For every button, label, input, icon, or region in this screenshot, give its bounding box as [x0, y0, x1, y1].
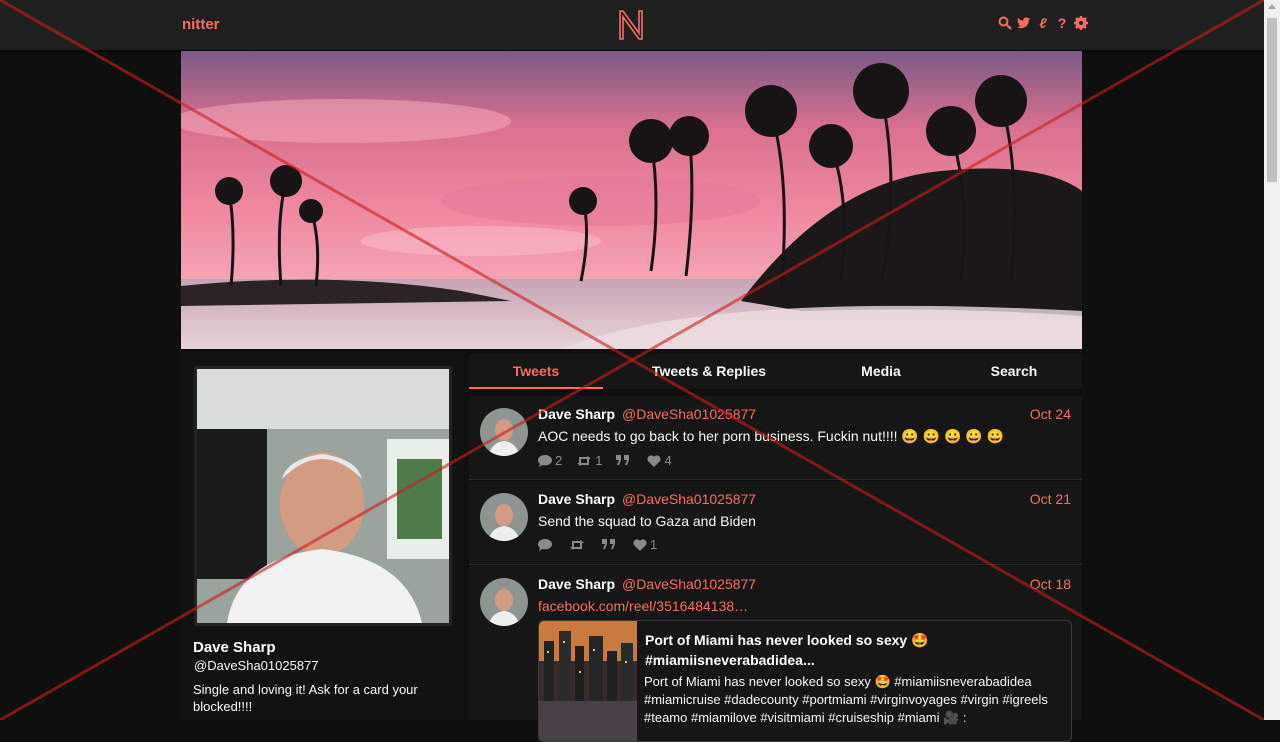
profile-username: @DaveSha01025877 [194, 658, 319, 673]
tweet-username[interactable]: @DaveSha01025877 [622, 576, 756, 592]
like-count: 4 [664, 453, 672, 468]
profile-card: Dave Sharp @DaveSha01025877 Single and l… [181, 354, 464, 720]
tweet-stats: 2 1 4 [538, 453, 672, 468]
profile-fullname: Dave Sharp [193, 639, 276, 656]
tab-media[interactable]: Media [841, 354, 921, 389]
link-preview-card[interactable]: Port of Miami has never looked so sexy 🤩… [538, 620, 1072, 742]
rss-icon[interactable]: ℓ [1036, 15, 1050, 31]
card-title[interactable]: Port of Miami has never looked so sexy 🤩… [645, 630, 1065, 670]
tab-search[interactable]: Search [974, 354, 1054, 389]
profile-bio: Single and loving it! Ask for a card you… [193, 682, 418, 714]
reply-stat[interactable]: 2 [538, 453, 562, 468]
nitter-logo[interactable] [617, 8, 645, 41]
tweet-avatar[interactable] [480, 578, 528, 626]
tweet-item[interactable]: Dave Sharp @DaveSha01025877 Oct 21 Send … [469, 481, 1082, 565]
tweet-link[interactable]: facebook.com/reel/3516484138… [538, 598, 748, 614]
twitter-bird-icon[interactable] [1017, 15, 1031, 31]
tweet-date[interactable]: Oct 18 [1030, 576, 1071, 592]
retweet-stat[interactable]: 1 [576, 453, 602, 468]
like-stat[interactable]: 4 [647, 453, 672, 468]
card-image[interactable] [539, 621, 637, 741]
retweet-count: 1 [595, 453, 603, 468]
card-description: Port of Miami has never looked so sexy 🤩… [644, 674, 1048, 725]
quote-icon [602, 538, 615, 549]
quote-icon [616, 454, 630, 465]
timeline: Tweets Tweets & Replies Media Search Dav… [469, 354, 1082, 742]
scrollbar-thumb[interactable] [1267, 18, 1277, 182]
tweet-date[interactable]: Oct 21 [1030, 491, 1071, 507]
reply-count: 2 [555, 453, 563, 468]
like-stat[interactable]: 1 [633, 537, 657, 552]
tab-tweets-replies[interactable]: Tweets & Replies [641, 354, 777, 389]
retweet-stat[interactable] [569, 537, 588, 552]
tweet-date[interactable]: Oct 24 [1030, 406, 1071, 422]
reply-stat[interactable] [538, 537, 555, 552]
profile-banner-image[interactable] [181, 51, 1082, 349]
heart-icon [647, 454, 662, 467]
comment-icon [538, 538, 552, 551]
nav-icons: ℓ ? [998, 15, 1088, 31]
tweet-username[interactable]: @DaveSha01025877 [622, 491, 756, 507]
tweet-text: AOC needs to go back to her porn busines… [538, 428, 1005, 444]
tweet-fullname[interactable]: Dave Sharp [538, 491, 615, 507]
navbar: nitter ℓ ? [0, 0, 1264, 50]
help-icon[interactable]: ? [1055, 15, 1069, 31]
search-icon[interactable] [998, 15, 1012, 31]
tweet-fullname[interactable]: Dave Sharp [538, 406, 615, 422]
retweet-icon [570, 539, 584, 550]
retweet-icon [577, 455, 592, 466]
tweet-item[interactable]: Dave Sharp @DaveSha01025877 Oct 18 faceb… [469, 566, 1082, 742]
tweet-stats: 1 [538, 537, 657, 552]
settings-gear-icon[interactable] [1074, 15, 1088, 31]
heart-icon [633, 538, 647, 551]
tab-tweets[interactable]: Tweets [469, 354, 603, 389]
tweet-text: Send the squad to Gaza and Biden [538, 513, 756, 529]
scroll-up-arrow-icon[interactable] [1268, 4, 1276, 9]
brand-link[interactable]: nitter [182, 16, 220, 33]
like-count: 1 [650, 537, 658, 552]
quote-stat[interactable] [602, 537, 619, 552]
profile-avatar[interactable] [194, 366, 452, 626]
quote-stat[interactable] [616, 453, 633, 468]
page-scrollbar[interactable] [1264, 0, 1280, 720]
tweet-item[interactable]: Dave Sharp @DaveSha01025877 Oct 24 AOC n… [469, 396, 1082, 480]
comment-icon [538, 454, 552, 467]
tweet-avatar[interactable] [480, 493, 528, 541]
tweet-username[interactable]: @DaveSha01025877 [622, 406, 756, 422]
tweet-avatar[interactable] [480, 408, 528, 456]
tweet-fullname[interactable]: Dave Sharp [538, 576, 615, 592]
tab-bar: Tweets Tweets & Replies Media Search [469, 354, 1082, 389]
